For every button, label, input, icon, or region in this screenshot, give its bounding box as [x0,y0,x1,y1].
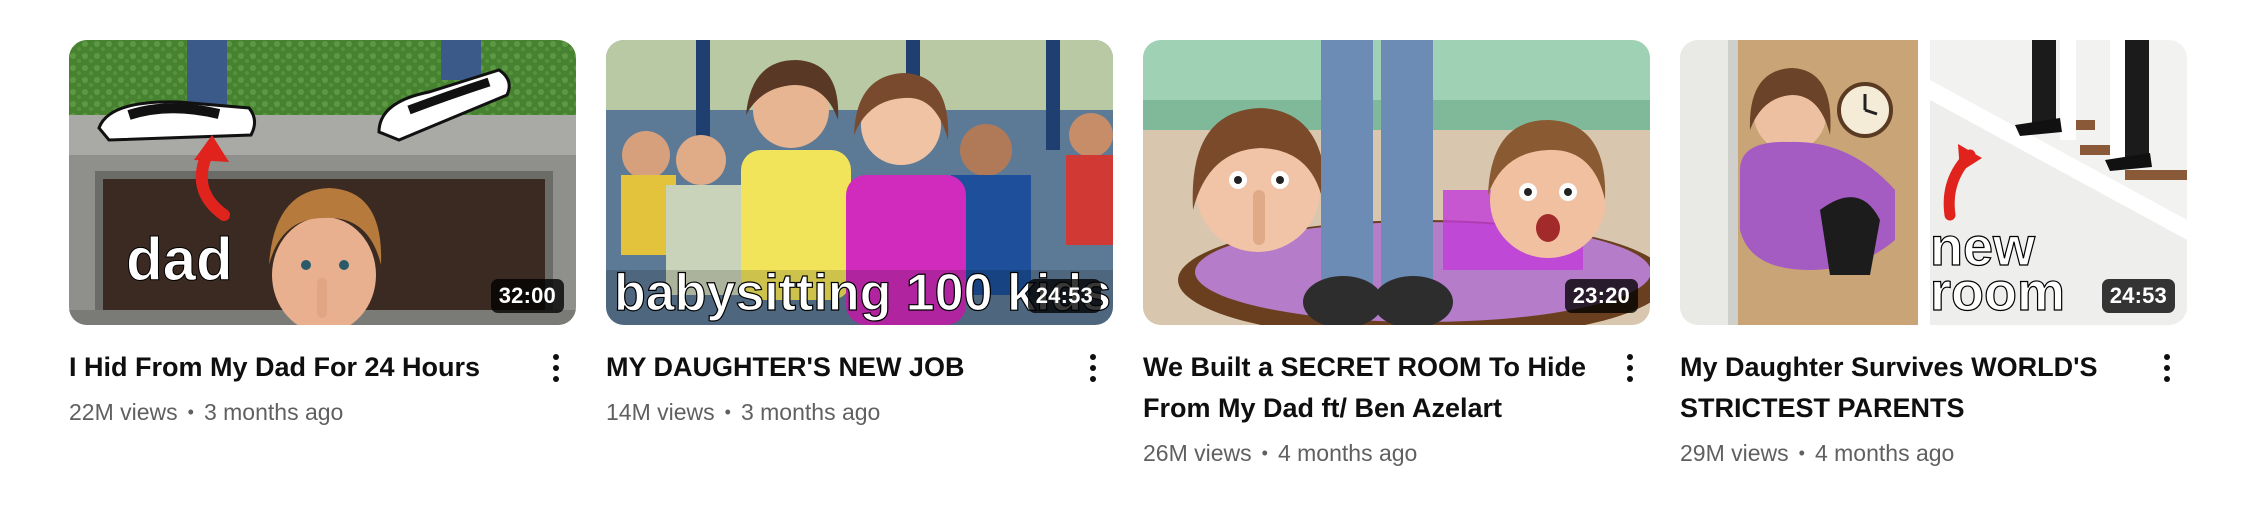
upload-age: 4 months ago [1814,440,1955,466]
video-card: new room 24:53 My Daughter Survives WORL… [1680,40,2187,468]
more-vert-icon[interactable] [1073,347,1113,388]
video-title[interactable]: We Built a SECRET ROOM To Hide From My D… [1143,347,1594,429]
video-meta: MY DAUGHTER'S NEW JOB 14M views • 3 mont… [606,347,1113,427]
video-grid: dad 32:00 I Hid From My Dad For 24 Hours… [69,40,2187,500]
video-stats: 22M views • 3 months ago [69,397,520,427]
video-title[interactable]: My Daughter Survives WORLD'S STRICTEST P… [1680,347,2131,429]
video-meta: We Built a SECRET ROOM To Hide From My D… [1143,347,1650,468]
separator: • [1798,443,1805,463]
video-meta: My Daughter Survives WORLD'S STRICTEST P… [1680,347,2187,468]
duration-badge: 23:20 [1564,279,1638,313]
duration-badge: 32:00 [490,279,564,313]
thumbnail-caption-text: dad [126,226,233,293]
duration-badge: 24:53 [1027,279,1101,313]
video-title[interactable]: MY DAUGHTER'S NEW JOB [606,347,1057,388]
video-meta: I Hid From My Dad For 24 Hours 22M views… [69,347,576,427]
more-vert-icon[interactable] [2147,347,2187,388]
video-thumbnail[interactable]: new room 24:53 [1680,40,2187,325]
video-card: babysitting 100 kids 24:53 MY DAUGHTER'S… [606,40,1113,427]
video-thumbnail[interactable]: 23:20 [1143,40,1650,325]
thumbnail-caption-line-2: room [1930,262,2065,322]
upload-age: 3 months ago [203,399,344,425]
video-thumbnail[interactable]: babysitting 100 kids 24:53 [606,40,1113,325]
view-count: 14M views [606,399,715,425]
upload-age: 3 months ago [740,399,881,425]
duration-badge: 24:53 [2101,279,2175,313]
upload-age: 4 months ago [1277,440,1418,466]
more-vert-icon[interactable] [536,347,576,388]
video-stats: 26M views • 4 months ago [1143,438,1594,468]
view-count: 26M views [1143,440,1252,466]
separator: • [187,402,194,422]
more-vert-icon[interactable] [1610,347,1650,388]
video-stats: 29M views • 4 months ago [1680,438,2131,468]
view-count: 22M views [69,399,178,425]
video-card: dad 32:00 I Hid From My Dad For 24 Hours… [69,40,576,427]
separator: • [1261,443,1268,463]
video-thumbnail[interactable]: dad 32:00 [69,40,576,325]
view-count: 29M views [1680,440,1789,466]
separator: • [724,402,731,422]
video-card: 23:20 We Built a SECRET ROOM To Hide Fro… [1143,40,1650,468]
video-stats: 14M views • 3 months ago [606,397,1057,427]
video-title[interactable]: I Hid From My Dad For 24 Hours [69,347,520,388]
